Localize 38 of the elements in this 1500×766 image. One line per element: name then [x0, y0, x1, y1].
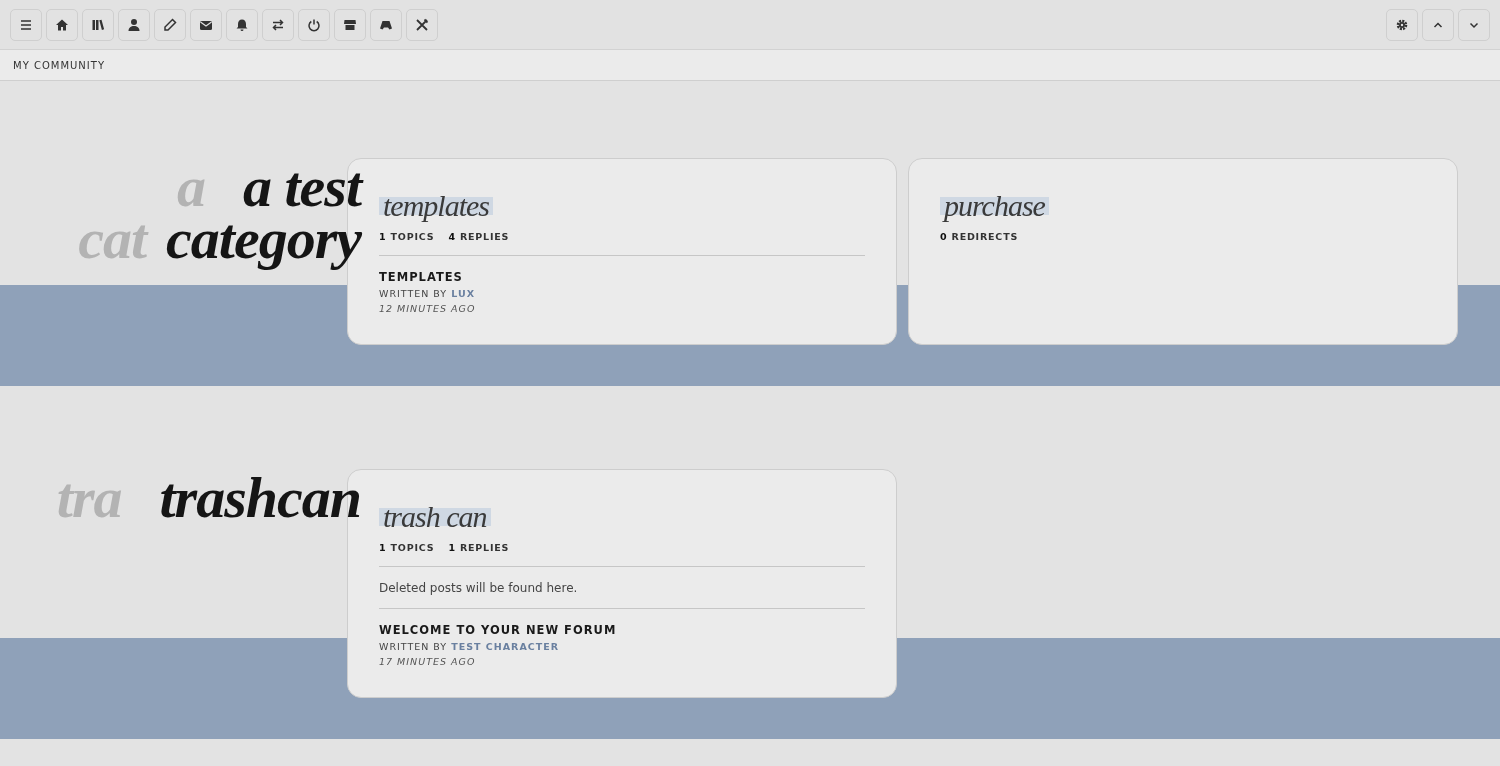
- messages-button[interactable]: [190, 8, 222, 41]
- bell-icon: [235, 17, 249, 32]
- breadcrumb-link[interactable]: MY COMMUNITY: [13, 59, 105, 71]
- person-icon: [127, 17, 141, 32]
- settings-button[interactable]: [1386, 8, 1418, 41]
- forum-stat: 1 TOPICS: [379, 231, 435, 242]
- forum-stat: 1 REPLIES: [448, 542, 510, 553]
- library-button[interactable]: [82, 8, 114, 41]
- swap-arrows-icon: [271, 17, 285, 32]
- power-icon: [307, 17, 321, 32]
- settings-icon: [1395, 17, 1409, 32]
- last-post-link[interactable]: WELCOME TO YOUR NEW FORUM: [379, 623, 865, 637]
- logout-button[interactable]: [298, 8, 330, 41]
- books-icon: [91, 17, 105, 32]
- post-time: 12 MINUTES AGO: [379, 303, 477, 314]
- game-button[interactable]: [370, 8, 402, 41]
- forum-stat: 1 TOPICS: [379, 542, 435, 553]
- category-title: trashcan: [158, 469, 362, 531]
- store-icon: [343, 17, 357, 32]
- author-link[interactable]: LUX: [451, 288, 475, 299]
- tools-button[interactable]: [406, 8, 438, 41]
- byline-label: WRITTEN BY: [379, 288, 448, 299]
- forum-stat: 0 REDIRECTS: [940, 231, 1019, 242]
- edit-button[interactable]: [154, 8, 186, 41]
- post-time: 17 MINUTES AGO: [379, 656, 477, 667]
- menu-button[interactable]: [10, 8, 42, 41]
- store-button[interactable]: [334, 8, 366, 41]
- last-post-link[interactable]: TEMPLATES: [379, 270, 865, 284]
- home-icon: [55, 17, 69, 32]
- notifications-button[interactable]: [226, 8, 258, 41]
- pencil-icon: [163, 17, 177, 32]
- forum-stat: 4 REPLIES: [448, 231, 510, 242]
- forum-description: Deleted posts will be found here.: [379, 581, 579, 595]
- switch-button[interactable]: [262, 8, 294, 41]
- menu-icon: [19, 17, 33, 32]
- profile-button[interactable]: [118, 8, 150, 41]
- byline-label: WRITTEN BY: [379, 641, 448, 652]
- home-button[interactable]: [46, 8, 78, 41]
